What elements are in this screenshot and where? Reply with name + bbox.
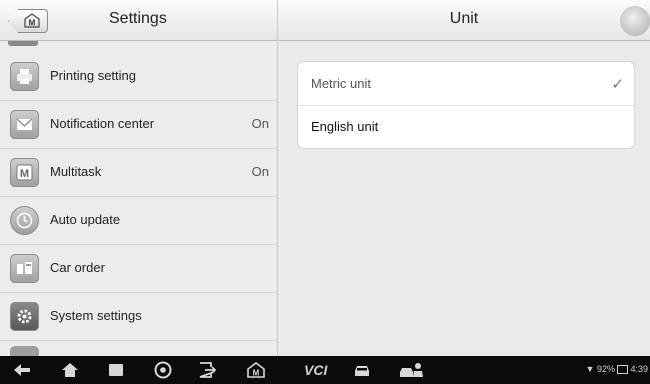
scroll-hint xyxy=(10,346,39,356)
home-icon[interactable] xyxy=(60,361,80,379)
home-button[interactable]: M xyxy=(8,9,48,33)
status-area: ▼ 92% 4:39 xyxy=(585,364,648,375)
unit-option-metric[interactable]: Metric unit ✓ xyxy=(298,62,634,106)
scroll-hint xyxy=(8,41,38,46)
multitask-m-icon: M xyxy=(10,158,39,187)
page-title: Settings xyxy=(109,10,167,27)
exit-app-icon[interactable] xyxy=(197,361,217,379)
menu-item-auto-update[interactable]: Auto update xyxy=(0,197,277,245)
menu-item-label: System settings xyxy=(50,308,142,323)
unit-pane: Unit Metric unit ✓ English unit xyxy=(278,0,650,356)
svg-text:M: M xyxy=(253,369,260,378)
recent-apps-icon[interactable] xyxy=(106,361,126,379)
menu-item-notification-center[interactable]: Notification center On xyxy=(0,101,277,149)
checkmark-icon: ✓ xyxy=(611,76,624,93)
menu-item-label: Multitask xyxy=(50,164,102,179)
unit-option-label: Metric unit xyxy=(311,76,371,91)
unit-header: Unit xyxy=(278,0,650,41)
svg-text:M: M xyxy=(20,168,29,180)
clock-time: 4:39 xyxy=(630,364,648,374)
unit-title: Unit xyxy=(449,10,479,27)
system-nav-bar: M VCI ▼ 92% 4:39 xyxy=(0,356,650,384)
menu-item-label: Car order xyxy=(50,260,105,275)
menu-item-system-settings[interactable]: System settings xyxy=(0,293,277,341)
car-order-icon xyxy=(10,254,39,283)
car-person-icon[interactable] xyxy=(398,361,424,379)
menu-item-car-order[interactable]: Car order xyxy=(0,245,277,293)
battery-icon xyxy=(617,365,629,375)
menu-item-multitask[interactable]: M Multitask On xyxy=(0,149,277,197)
svg-text:M: M xyxy=(29,19,36,28)
chrome-icon[interactable] xyxy=(153,361,173,379)
home-m-icon: M xyxy=(24,13,40,28)
wifi-icon: ▼ xyxy=(585,364,595,374)
menu-item-label: Auto update xyxy=(50,212,121,227)
settings-header: M Settings xyxy=(0,0,277,41)
mail-icon xyxy=(10,110,39,139)
printer-icon xyxy=(10,62,39,91)
unit-option-english[interactable]: English unit xyxy=(298,105,634,148)
battery-level: 92% xyxy=(596,364,615,374)
back-icon[interactable] xyxy=(12,361,32,379)
settings-pane: M Settings Printing setting Notification… xyxy=(0,0,278,356)
menu-item-label: Printing setting xyxy=(50,68,136,83)
menu-item-value: On xyxy=(251,164,269,179)
unit-options-card: Metric unit ✓ English unit xyxy=(298,62,634,148)
menu-item-value: On xyxy=(251,116,269,131)
home-m-icon[interactable]: M xyxy=(246,361,266,379)
corner-button[interactable] xyxy=(620,6,650,36)
vci-label[interactable]: VCI xyxy=(304,362,327,378)
car-icon[interactable] xyxy=(352,361,372,379)
unit-option-label: English unit xyxy=(311,119,379,134)
gear-icon xyxy=(10,302,39,331)
menu-item-printing-setting[interactable]: Printing setting xyxy=(0,53,277,101)
menu-item-label: Notification center xyxy=(50,116,155,131)
clock-icon xyxy=(10,206,39,235)
